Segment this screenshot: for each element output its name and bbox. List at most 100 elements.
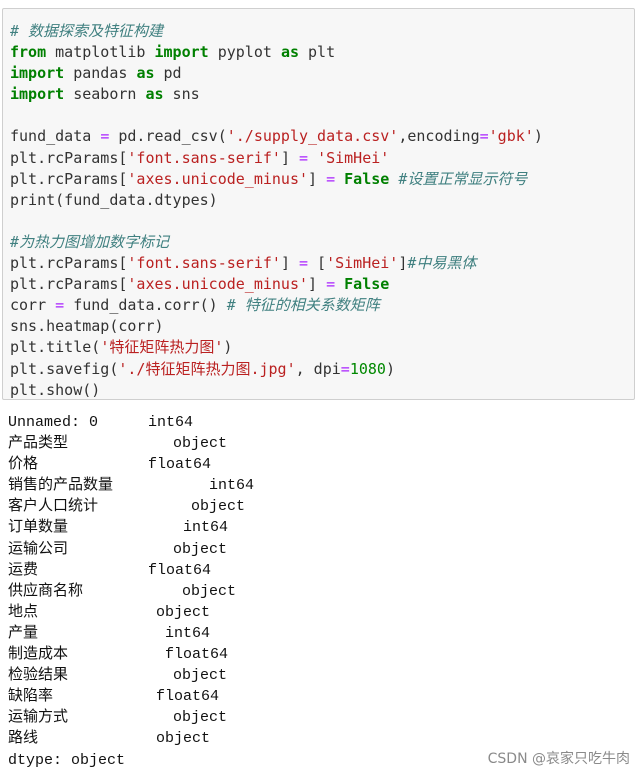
column-name: 产量 — [8, 624, 39, 642]
column-name: 产品类型 — [8, 435, 69, 453]
comment: # 特征的相关系数矩阵 — [226, 296, 380, 315]
column-name: 运费 — [8, 561, 39, 579]
code-line: plt.title('特征矩阵热力图') — [10, 337, 543, 358]
keyword: False — [344, 275, 390, 294]
column-name: 缺陷率 — [8, 688, 54, 706]
keyword: import — [10, 85, 65, 104]
code-text: fund_data.corr() — [64, 296, 227, 315]
code-text: plt.show() — [10, 380, 101, 399]
operator: = — [55, 296, 65, 315]
column-dtype: object — [191, 498, 246, 516]
code-line: plt.rcParams['axes.unicode_minus'] = Fal… — [10, 169, 543, 190]
code-line: #为热力图增加数字标记 — [10, 232, 543, 253]
dtype-row: Unnamed: 0 int64 — [8, 412, 193, 433]
code-text: ] — [280, 148, 299, 167]
column-dtype: object — [182, 582, 237, 600]
code-line: print(fund_data.dtypes) — [10, 190, 543, 211]
string-literal: './特征矩阵热力图.jpg' — [118, 359, 296, 378]
operator: = — [299, 254, 309, 273]
comment: #为热力图增加数字标记 — [10, 232, 170, 251]
keyword: False — [344, 169, 390, 188]
code-line: plt.rcParams['font.sans-serif'] = ['SimH… — [10, 253, 543, 274]
dtype-row: 路线 object — [8, 728, 210, 749]
string-literal: 'font.sans-serif' — [127, 148, 281, 167]
dtype-row: 产品类型 object — [8, 433, 227, 454]
operator: = — [340, 359, 350, 378]
code-text: , dpi — [295, 359, 341, 378]
column-dtype: object — [173, 667, 228, 685]
number-literal: 1080 — [349, 359, 386, 378]
code-text: matplotlib — [46, 43, 155, 62]
keyword: as — [136, 64, 155, 83]
code-text: sns — [163, 85, 200, 104]
column-dtype: object — [156, 730, 211, 748]
code-editor[interactable]: # 数据探索及特征构建 from matplotlib import pyplot… — [10, 21, 543, 401]
dtype-row: 产量 int64 — [8, 623, 210, 644]
code-text: pd — [154, 64, 182, 83]
dtype-row: 销售的产品数量 int64 — [8, 475, 254, 496]
column-dtype: object — [173, 435, 228, 453]
code-text: sns.heatmap(corr) — [10, 317, 164, 336]
column-name: 客户人口统计 — [8, 498, 99, 516]
string-literal: 'SimHei' — [317, 148, 390, 167]
comment: # 数据探索及特征构建 — [10, 22, 164, 40]
dtype-row: 价格 float64 — [8, 454, 211, 475]
keyword: import — [154, 43, 209, 62]
code-text: ,encoding — [398, 127, 480, 146]
keyword: as — [145, 85, 164, 104]
code-cell[interactable]: # 数据探索及特征构建 from matplotlib import pyplot… — [2, 8, 635, 400]
column-dtype: float64 — [148, 561, 212, 579]
code-text: pyplot — [208, 43, 281, 62]
code-text: ) — [533, 127, 543, 146]
code-line: sns.heatmap(corr) — [10, 316, 543, 337]
code-line: plt.savefig('./特征矩阵热力图.jpg', dpi=1080) — [10, 359, 543, 380]
column-dtype: float64 — [156, 688, 220, 706]
dtype-row: 运费 float64 — [8, 560, 211, 581]
code-text: plt.savefig( — [10, 359, 119, 378]
dtype-row: 订单数量 int64 — [8, 517, 228, 538]
string-literal: 'gbk' — [488, 127, 534, 146]
operator: = — [326, 275, 336, 294]
column-dtype: object — [173, 540, 228, 558]
column-name: 销售的产品数量 — [8, 477, 114, 495]
dtype-row: 运输公司 object — [8, 539, 227, 560]
code-line: plt.show() — [10, 380, 543, 401]
column-name: 制造成本 — [8, 646, 69, 664]
comment: #中易黑体 — [407, 254, 477, 273]
code-text: ] — [308, 275, 327, 294]
dtype-row: 制造成本 float64 — [8, 644, 228, 665]
column-name: 运输方式 — [8, 709, 69, 727]
string-literal: 'font.sans-serif' — [127, 254, 281, 273]
code-text: plt.rcParams[ — [10, 254, 128, 273]
code-text: ] — [308, 169, 327, 188]
code-line: corr = fund_data.corr() # 特征的相关系数矩阵 — [10, 295, 543, 316]
string-literal: './supply_data.csv' — [226, 127, 399, 146]
code-text: ) — [385, 359, 395, 378]
column-name: 地点 — [8, 603, 39, 621]
column-dtype: float64 — [165, 646, 229, 664]
code-line: # 数据探索及特征构建 — [10, 21, 543, 42]
code-text: [ — [308, 254, 327, 273]
column-name: 运输公司 — [8, 540, 69, 558]
column-dtype: int64 — [209, 477, 255, 495]
code-text: plt.title( — [10, 338, 101, 357]
operator: = — [326, 169, 336, 188]
column-dtype: object — [173, 709, 228, 727]
column-dtype: object — [156, 603, 211, 621]
column-dtype: float64 — [148, 456, 212, 474]
comment: #设置正常显示符号 — [398, 169, 528, 188]
code-line: plt.rcParams['font.sans-serif'] = 'SimHe… — [10, 148, 543, 169]
keyword: from — [10, 43, 47, 62]
dtype-row: 缺陷率 float64 — [8, 686, 219, 707]
keyword: as — [280, 43, 299, 62]
column-name: 路线 — [8, 730, 39, 748]
column-name: 订单数量 — [8, 519, 69, 537]
code-text: plt — [299, 43, 336, 62]
code-line: fund_data = pd.read_csv('./supply_data.c… — [10, 126, 543, 147]
code-text: plt.rcParams[ — [10, 169, 128, 188]
code-text: plt.rcParams[ — [10, 148, 128, 167]
